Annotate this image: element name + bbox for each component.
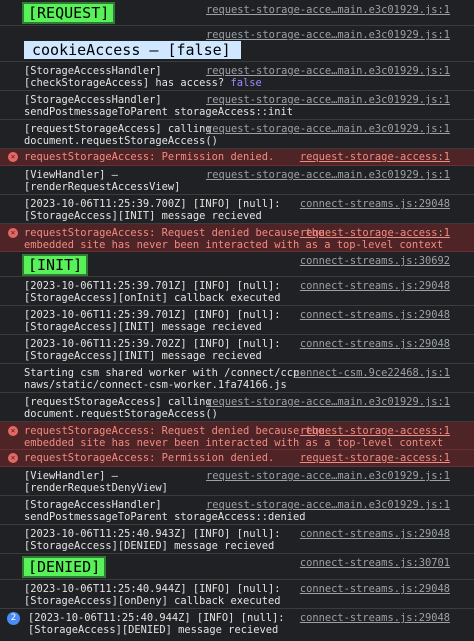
log-message: [2023-10-06T11:25:40.943Z] [INFO] [null]…: [24, 528, 281, 540]
source-link[interactable]: request-storage-access:1: [300, 151, 450, 164]
log-message: [requestStorageAccess] calling: [24, 123, 212, 135]
log-message: [StorageAccess][DENIED] message recieved: [24, 540, 275, 552]
error-message: embedded site has never been interacted …: [24, 437, 444, 449]
log-message: [StorageAccessHandler]: [24, 94, 162, 106]
log-message: document.requestStorageAccess(): [24, 135, 218, 147]
console-row: request-storage-acce…main.e3c01929.js:1 …: [0, 26, 474, 62]
error-row: ✕ requestStorageAccess: Permission denie…: [0, 149, 474, 166]
log-message: document.requestStorageAccess(): [24, 408, 218, 420]
source-link[interactable]: request-storage-access:1: [300, 227, 450, 240]
log-message: sendPostmessageToParent storageAccess::i…: [24, 106, 293, 118]
log-message: [2023-10-06T11:25:39.701Z] [INFO] [null]…: [24, 280, 281, 292]
cookie-access-badge: cookieAccess – [false]: [24, 41, 241, 59]
source-link[interactable]: request-storage-access:1: [300, 425, 450, 438]
log-message: [StorageAccessHandler]: [24, 499, 162, 511]
log-message: [StorageAccess][onInit] callback execute…: [24, 292, 281, 304]
error-message: requestStorageAccess: Request denied bec…: [24, 227, 325, 239]
console-row: 2 [2023-10-06T11:25:40.944Z] [INFO] [nul…: [0, 609, 474, 641]
error-message: requestStorageAccess: Request denied bec…: [24, 425, 325, 437]
log-message: [StorageAccess][INIT] message recieved: [24, 210, 262, 222]
console-row: [ViewHandler] – [renderRequestAccessView…: [0, 166, 474, 195]
source-link[interactable]: request-storage-acce…main.e3c01929.js:1: [206, 123, 450, 136]
log-message: [StorageAccessHandler]: [24, 65, 162, 77]
log-message: [StorageAccess][INIT] message recieved: [24, 350, 262, 362]
log-message: [2023-10-06T11:25:40.944Z] [INFO] [null]…: [28, 612, 285, 624]
log-message: [2023-10-06T11:25:39.702Z] [INFO] [null]…: [24, 338, 281, 350]
log-message: [requestStorageAccess] calling: [24, 396, 212, 408]
console-row: Starting csm shared worker with /connect…: [0, 364, 474, 393]
source-link[interactable]: request-storage-acce…main.e3c01929.js:1: [206, 94, 450, 107]
source-link[interactable]: request-storage-acce…main.e3c01929.js:1: [206, 470, 450, 483]
source-link[interactable]: connect-streams.js:29048: [300, 338, 450, 351]
console-row: [INIT] connect-streams.js:30692: [0, 252, 474, 277]
console-row: [DENIED] connect-streams.js:30701: [0, 554, 474, 580]
init-badge: [INIT]: [21, 254, 89, 276]
log-message: [2023-10-06T11:25:40.944Z] [INFO] [null]…: [24, 583, 281, 595]
log-message: naws/static/connect-csm-worker.1fa74166.…: [24, 379, 287, 391]
log-message: [StorageAccess][INIT] message recieved: [24, 321, 262, 333]
console-row: [2023-10-06T11:25:39.702Z] [INFO] [null]…: [0, 335, 474, 364]
error-message: requestStorageAccess: Permission denied.: [24, 151, 275, 163]
error-row: ✕ requestStorageAccess: Request denied b…: [0, 224, 474, 252]
error-message: embedded site has never been interacted …: [24, 239, 444, 251]
source-link[interactable]: request-storage-acce…main.e3c01929.js:1: [206, 169, 450, 182]
denied-badge: [DENIED]: [21, 556, 107, 578]
source-link[interactable]: request-storage-acce…main.e3c01929.js:1: [206, 65, 450, 78]
console-row: [2023-10-06T11:25:40.944Z] [INFO] [null]…: [0, 580, 474, 609]
source-link[interactable]: request-storage-acce…main.e3c01929.js:1: [206, 396, 450, 409]
source-link[interactable]: connect-streams.js:30692: [300, 255, 450, 268]
console-row: [StorageAccessHandler] sendPostmessageTo…: [0, 496, 474, 525]
console-row: [2023-10-06T11:25:39.701Z] [INFO] [null]…: [0, 277, 474, 306]
log-message: [2023-10-06T11:25:39.700Z] [INFO] [null]…: [24, 198, 281, 210]
log-message: [renderRequestDenyView]: [24, 482, 168, 494]
error-icon: ✕: [8, 152, 18, 162]
source-link[interactable]: connect-streams.js:29048: [300, 612, 450, 625]
error-icon: ✕: [8, 453, 18, 463]
source-link[interactable]: connect-streams.js:30701: [300, 557, 450, 570]
console-row: [ViewHandler] – [renderRequestDenyView] …: [0, 467, 474, 496]
log-message: Starting csm shared worker with /connect…: [24, 367, 306, 379]
source-link[interactable]: connect-streams.js:29048: [300, 309, 450, 322]
source-link[interactable]: request-storage-acce…main.e3c01929.js:1: [206, 499, 450, 512]
source-link[interactable]: connect-streams.js:29048: [300, 280, 450, 293]
request-badge: [REQUEST]: [21, 2, 116, 24]
source-link[interactable]: request-storage-access:1: [300, 452, 450, 465]
log-message: [renderRequestAccessView]: [24, 181, 181, 193]
error-icon: ✕: [8, 228, 18, 238]
log-message: [ViewHandler] –: [24, 470, 118, 482]
boolean-value: false: [230, 77, 262, 89]
error-icon: ✕: [8, 426, 18, 436]
source-link[interactable]: connect-streams.js:29048: [300, 198, 450, 211]
console-row: [2023-10-06T11:25:39.700Z] [INFO] [null]…: [0, 195, 474, 224]
log-message: [checkStorageAccess] has access? false: [24, 77, 262, 89]
log-message: [ViewHandler] –: [24, 169, 118, 181]
error-row: ✕ requestStorageAccess: Request denied b…: [0, 422, 474, 450]
log-message: [StorageAccess][DENIED] message recieved: [28, 624, 279, 636]
console-row: [StorageAccessHandler] [checkStorageAcce…: [0, 62, 474, 91]
console-row: [requestStorageAccess] calling document.…: [0, 393, 474, 422]
log-message: [2023-10-06T11:25:39.701Z] [INFO] [null]…: [24, 309, 281, 321]
console-row: [2023-10-06T11:25:40.943Z] [INFO] [null]…: [0, 525, 474, 554]
source-link[interactable]: request-storage-acce…main.e3c01929.js:1: [206, 29, 450, 42]
error-row: ✕ requestStorageAccess: Permission denie…: [0, 450, 474, 467]
error-message: requestStorageAccess: Permission denied.: [24, 452, 275, 464]
source-link[interactable]: request-storage-acce…main.e3c01929.js:1: [206, 4, 450, 17]
source-link[interactable]: connect-streams.js:29048: [300, 528, 450, 541]
source-link[interactable]: connect-csm.9ce22468.js:1: [294, 367, 450, 380]
console-row: [StorageAccessHandler] sendPostmessageTo…: [0, 91, 474, 120]
log-message: sendPostmessageToParent storageAccess::d…: [24, 511, 306, 523]
console-row: [2023-10-06T11:25:39.701Z] [INFO] [null]…: [0, 306, 474, 335]
log-message: [StorageAccess][onDeny] callback execute…: [24, 595, 281, 607]
console-row: [REQUEST] request-storage-acce…main.e3c0…: [0, 0, 474, 26]
repeat-count-badge: 2: [7, 612, 20, 625]
source-link[interactable]: connect-streams.js:29048: [300, 583, 450, 596]
console-row: [requestStorageAccess] calling document.…: [0, 120, 474, 149]
